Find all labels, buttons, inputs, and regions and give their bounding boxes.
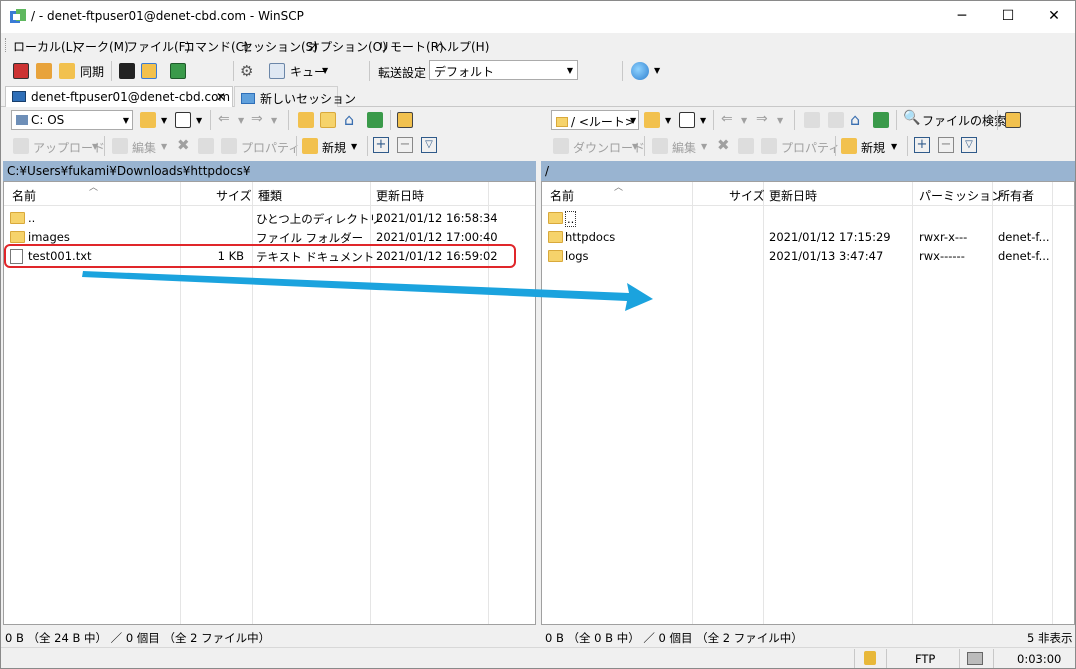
status-separator [886,649,887,668]
arrow-icon [82,271,653,311]
status-separator [854,649,855,668]
hidden-count: 5 非表示 [1027,631,1073,645]
status-separator [993,649,994,668]
winscp-window: / - denet-ftpuser01@denet-cbd.com - WinS… [0,0,1076,669]
elapsed-time: 0:03:00 [1017,652,1062,666]
lock-icon [864,651,876,665]
remote-status: 0 B （全 0 B 中） ／ 0 個目 （全 2 ファイル中） [545,631,803,645]
network-icon [967,652,983,665]
protocol: FTP [915,652,936,666]
local-status: 0 B （全 24 B 中） ／ 0 個目 （全 2 ファイル中） [5,631,271,645]
drag-arrow-annotation [82,271,653,311]
status-separator [959,649,960,668]
bottom-status-bar: FTP 0:03:00 [1,647,1075,668]
